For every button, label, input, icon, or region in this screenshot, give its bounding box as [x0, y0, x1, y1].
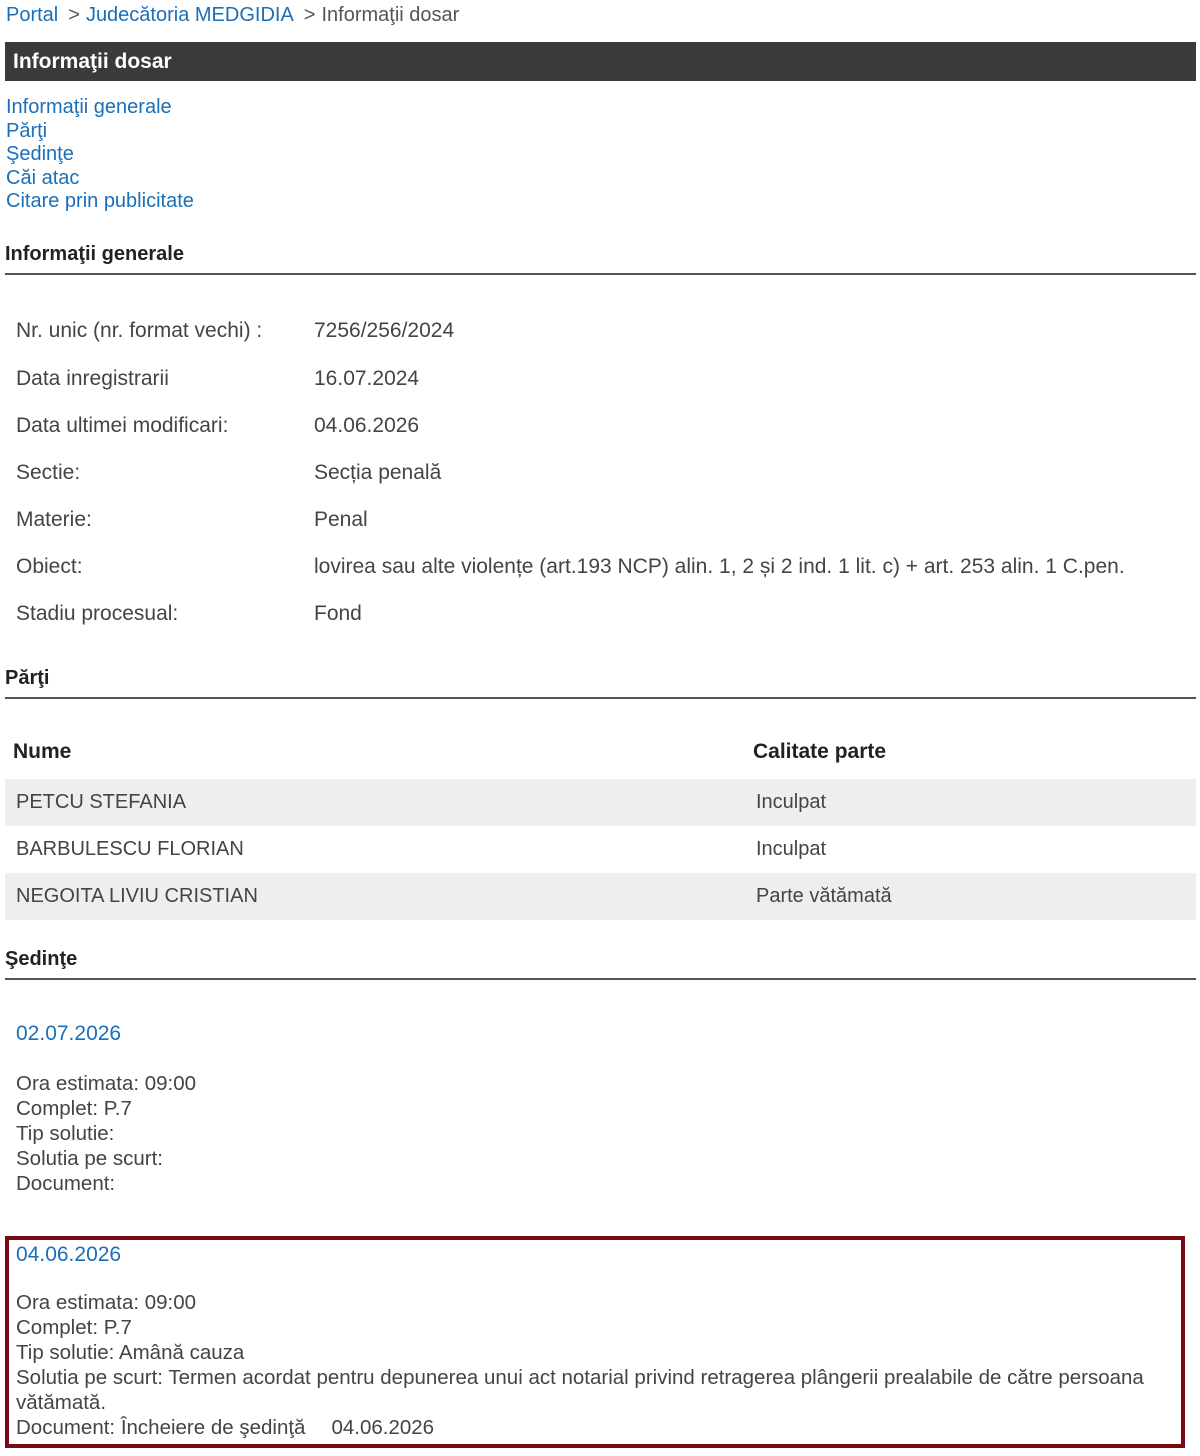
info-value: Penal [314, 508, 368, 531]
hearing-document-date: 04.06.2026 [331, 1416, 435, 1439]
party-name: NEGOITA LIVIU CRISTIAN [16, 885, 258, 907]
column-header-nume: Nume [13, 740, 72, 763]
hearing-ora: Ora estimata: 09:00 [16, 1072, 197, 1095]
info-label: Data inregistrarii [16, 367, 169, 390]
info-value: 7256/256/2024 [314, 319, 455, 342]
table-row: PETCU STEFANIA Inculpat [5, 779, 1196, 826]
info-value: Secția penală [314, 461, 442, 484]
parti-table-header: Nume Calitate parte [5, 736, 1196, 770]
breadcrumb-current: Informaţii dosar [321, 4, 460, 26]
hearing-ora: Ora estimata: 09:00 [16, 1291, 197, 1314]
hearing-date-link[interactable]: 02.07.2026 [16, 1022, 121, 1046]
info-value: Fond [314, 602, 362, 625]
hearing-date-link[interactable]: 04.06.2026 [16, 1243, 121, 1267]
party-name: BARBULESCU FLORIAN [16, 838, 244, 860]
breadcrumb-separator: > [303, 4, 316, 26]
hearing-solutia: Solutia pe scurt: [16, 1147, 163, 1170]
info-value: 16.07.2024 [314, 367, 420, 390]
hearing-document: Document: [16, 1172, 116, 1195]
section-heading-informatii-generale: Informaţii generale [5, 243, 1196, 275]
breadcrumb-separator: > [68, 4, 80, 26]
hearing-details: Ora estimata: 09:00 Complet: P.7 Tip sol… [16, 1071, 196, 1196]
party-role: Parte vătămată [756, 885, 892, 907]
party-role: Inculpat [756, 838, 827, 860]
table-row: BARBULESCU FLORIAN Inculpat [5, 826, 1196, 873]
info-label: Obiect: [16, 555, 83, 578]
nav-link-parti[interactable]: Părţi [6, 120, 47, 142]
info-value: lovirea sau alte violențe (art.193 NCP) … [314, 555, 1125, 578]
hearing-complet: Complet: P.7 [16, 1097, 132, 1120]
hearing-document-row: Document: Încheiere de şedinţă 04.06.2026 [16, 1415, 1176, 1440]
hearing-solutia: Solutia pe scurt: Termen acordat pentru … [16, 1366, 1144, 1414]
section-nav: Informaţii generale Părţi Şedinţe Căi at… [6, 96, 194, 214]
hearing-tip-solutie: Tip solutie: [16, 1122, 115, 1145]
info-label: Data ultimei modificari: [16, 414, 229, 437]
section-heading-parti: Părţi [5, 667, 1196, 699]
section-heading-sedinte: Şedinţe [5, 948, 1196, 980]
party-role: Inculpat [756, 791, 827, 813]
hearing-tip-solutie: Tip solutie: Amână cauza [16, 1341, 245, 1364]
info-label: Sectie: [16, 461, 81, 484]
column-header-calitate-parte: Calitate parte [753, 740, 887, 763]
breadcrumb: Portal > Judecătoria MEDGIDIA > Informaţii d… [6, 3, 459, 27]
breadcrumb-court-link[interactable]: Judecătoria MEDGIDIA [86, 4, 294, 26]
hearing-details: Ora estimata: 09:00 Complet: P.7 Tip sol… [16, 1290, 1176, 1440]
table-row: NEGOITA LIVIU CRISTIAN Parte vătămată [5, 873, 1196, 920]
hearing-document: Document: Încheiere de şedinţă [16, 1416, 306, 1439]
nav-link-informatii-generale[interactable]: Informaţii generale [6, 96, 172, 118]
info-label: Stadiu procesual: [16, 602, 179, 625]
hearing-complet: Complet: P.7 [16, 1316, 132, 1339]
party-name: PETCU STEFANIA [16, 791, 187, 813]
info-label: Nr. unic (nr. format vechi) : [16, 319, 263, 342]
nav-link-cai-atac[interactable]: Căi atac [6, 167, 79, 189]
breadcrumb-portal-link[interactable]: Portal [6, 4, 58, 26]
info-label: Materie: [16, 508, 92, 531]
info-value: 04.06.2026 [314, 414, 420, 437]
nav-link-sedinte[interactable]: Şedinţe [6, 143, 74, 165]
nav-link-citare-prin-publicitate[interactable]: Citare prin publicitate [6, 190, 194, 212]
page-title: Informaţii dosar [5, 42, 1196, 81]
